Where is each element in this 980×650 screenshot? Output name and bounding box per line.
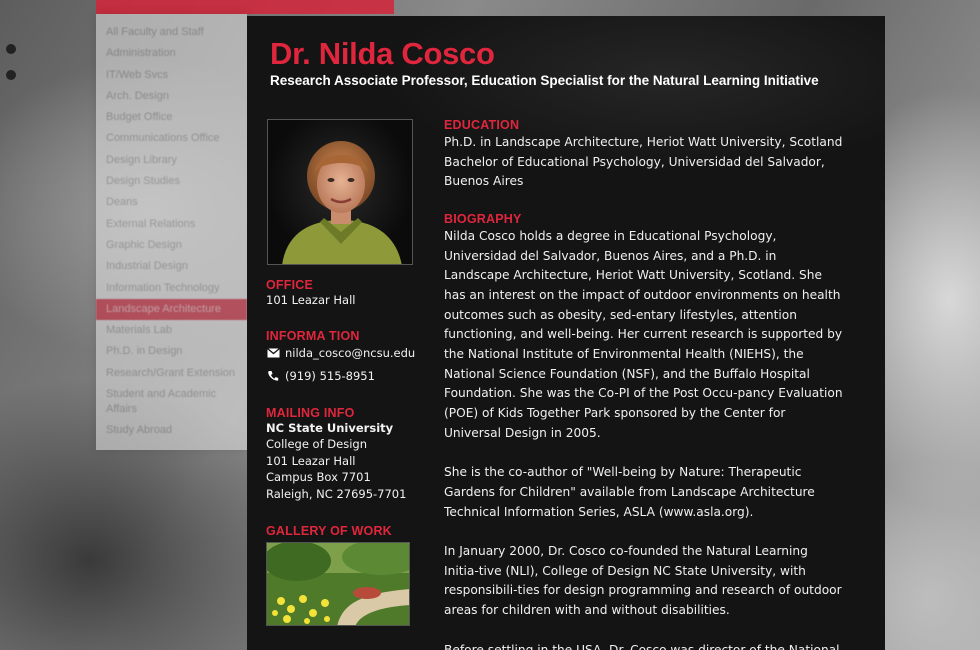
sidebar-item[interactable]: Design Studies xyxy=(96,171,247,192)
email-row: nilda_cosco@ncsu.edu xyxy=(266,345,426,361)
sidebar-item[interactable]: Administration xyxy=(96,43,247,64)
sidebar-item[interactable]: Graphic Design xyxy=(96,235,247,256)
bio-column: EDUCATION Ph.D. in Landscape Architectur… xyxy=(444,118,844,650)
sidebar-item[interactable]: Student and Academic Affairs xyxy=(96,384,247,420)
contact-column: OFFICE 101 Leazar Hall INFORMA TION nild… xyxy=(266,278,426,626)
sidebar-item[interactable]: All Faculty and Staff xyxy=(96,22,247,43)
sidebar-item[interactable]: IT/Web Svcs xyxy=(96,65,247,86)
email-link[interactable]: nilda_cosco@ncsu.edu xyxy=(285,346,415,360)
sidebar-item[interactable]: Study Abroad xyxy=(96,420,247,441)
sidebar-item[interactable]: Landscape Architecture xyxy=(96,298,247,321)
sidebar-item[interactable]: Information Technology xyxy=(96,278,247,299)
bio-paragraph: She is the co-author of "Well-being by N… xyxy=(444,465,815,519)
sidebar-item[interactable]: Industrial Design xyxy=(96,256,247,277)
decorative-dot xyxy=(6,44,16,54)
education-line: Bachelor of Educational Psychology, Univ… xyxy=(444,154,825,169)
information-heading: INFORMA TION xyxy=(266,328,360,343)
gallery-thumbnail[interactable] xyxy=(266,542,410,626)
education-heading: EDUCATION xyxy=(444,118,520,132)
mailing-heading: MAILING INFO xyxy=(266,405,355,420)
sidebar-item[interactable]: Communications Office xyxy=(96,128,247,149)
profile-photo xyxy=(267,119,413,265)
gallery-heading: GALLERY OF WORK xyxy=(266,524,392,538)
bio-paragraph: Nilda Cosco holds a degree in Educationa… xyxy=(444,228,843,440)
sidebar-list: All Faculty and Staff Administration IT/We… xyxy=(96,14,247,441)
sidebar-item[interactable]: Ph.D. in Design xyxy=(96,341,247,362)
profile-panel: Dr. Nilda Cosco Research Associate Profe… xyxy=(247,16,885,650)
sidebar-item[interactable]: Materials Lab xyxy=(96,320,247,341)
biography-heading: BIOGRAPHY xyxy=(444,211,522,226)
office-heading: OFFICE xyxy=(266,278,314,292)
sidebar-item[interactable]: Deans xyxy=(96,192,247,213)
education-line: Ph.D. in Landscape Architecture, Heriot … xyxy=(444,135,843,149)
bio-paragraph: Before settling in the USA, Dr. Cosco wa… xyxy=(444,642,840,650)
top-nav-bar xyxy=(96,0,394,14)
mailing-line: NC State University xyxy=(266,420,394,435)
mailing-line: Raleigh, NC 27695-7701 xyxy=(266,486,407,501)
phone-icon xyxy=(266,370,280,382)
sidebar-item[interactable]: External Relations xyxy=(96,214,247,235)
sidebar-item[interactable]: Arch. Design xyxy=(96,86,247,107)
phone-row: (919) 515-8951 xyxy=(266,368,426,384)
phone-number: (919) 515-8951 xyxy=(285,368,375,383)
mailing-line: Campus Box 7701 xyxy=(266,470,371,484)
sidebar-item[interactable]: Research/Grant Extension xyxy=(96,363,247,384)
page-subtitle: Research Associate Professor, Education … xyxy=(270,73,819,88)
sidebar-item[interactable]: Budget Office xyxy=(96,107,247,128)
mailing-line: College of Design xyxy=(266,437,368,451)
page-title: Dr. Nilda Cosco xyxy=(270,36,495,71)
decorative-dot xyxy=(6,70,16,80)
envelope-icon xyxy=(266,347,280,359)
office-value: 101 Leazar Hall xyxy=(266,293,356,307)
education-line: Buenos Aires xyxy=(444,174,524,189)
mailing-line: 101 Leazar Hall xyxy=(266,453,356,468)
sidebar-nav: All Faculty and Staff Administration IT/We… xyxy=(96,14,247,450)
sidebar-item[interactable]: Design Library xyxy=(96,150,247,171)
bio-paragraph: In January 2000, Dr. Cosco co-founded th… xyxy=(444,544,842,618)
